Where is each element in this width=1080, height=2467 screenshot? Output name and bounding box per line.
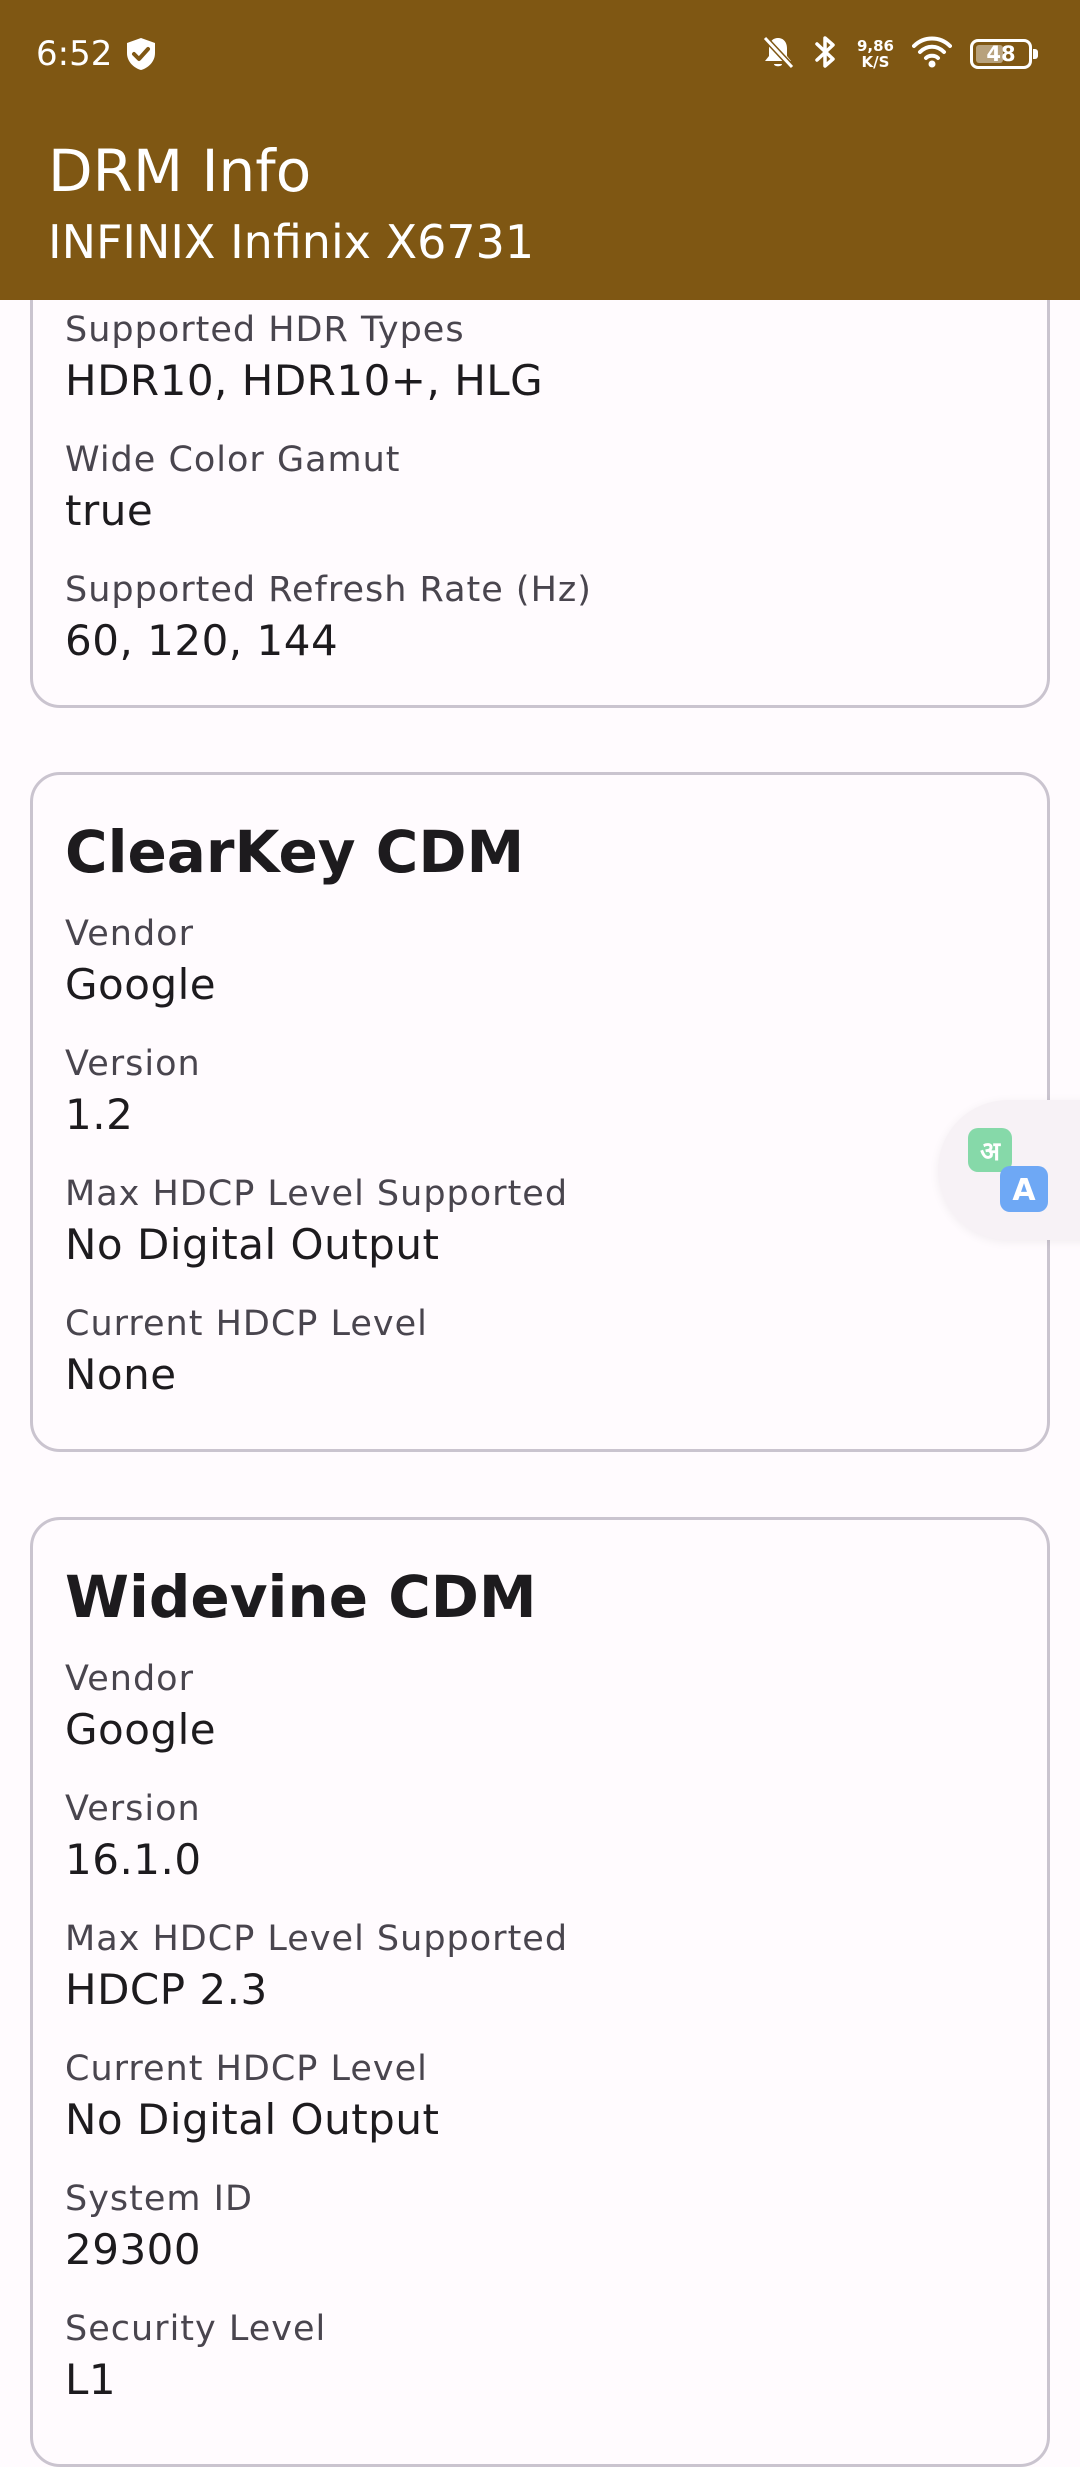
field-security-level: Security Level L1 bbox=[65, 2306, 1015, 2408]
network-speed-unit: K/S bbox=[861, 53, 890, 71]
widevine-cdm-card: Widevine CDM Vendor Google Version 16.1.… bbox=[30, 1517, 1050, 2467]
field-label: Max HDCP Level Supported bbox=[65, 1919, 569, 1959]
svg-text:A: A bbox=[1012, 1173, 1036, 1208]
field-label: Vendor bbox=[65, 1659, 194, 1699]
field-label: Version bbox=[65, 1789, 201, 1829]
field-value: 60, 120, 144 bbox=[65, 616, 339, 665]
field-vendor: Vendor Google bbox=[65, 1656, 1015, 1758]
bluetooth-icon bbox=[813, 34, 839, 74]
field-value: Google bbox=[65, 1705, 217, 1754]
field-current-hdcp: Current HDCP Level No Digital Output bbox=[65, 2046, 1015, 2148]
translate-button[interactable]: अ A bbox=[938, 1100, 1080, 1240]
field-system-id: System ID 29300 bbox=[65, 2176, 1015, 2278]
field-value: None bbox=[65, 1350, 177, 1399]
field-label: Supported Refresh Rate (Hz) bbox=[65, 570, 592, 610]
field-version: Version 1.2 bbox=[65, 1041, 1015, 1143]
svg-text:अ: अ bbox=[980, 1137, 1001, 1167]
field-value: No Digital Output bbox=[65, 1220, 440, 1269]
field-value: 16.1.0 bbox=[65, 1835, 202, 1884]
field-value: Google bbox=[65, 960, 217, 1009]
battery-icon: 48 bbox=[970, 39, 1038, 69]
app-subtitle: INFINIX Infinix X6731 bbox=[48, 215, 535, 269]
field-max-hdcp: Max HDCP Level Supported No Digital Outp… bbox=[65, 1171, 1015, 1273]
card-title: Widevine CDM bbox=[65, 1563, 537, 1631]
field-label: Current HDCP Level bbox=[65, 2049, 428, 2089]
battery-level: 48 bbox=[986, 42, 1016, 66]
field-value: HDR10, HDR10+, HLG bbox=[65, 356, 544, 405]
field-value: true bbox=[65, 486, 154, 535]
field-value: 1.2 bbox=[65, 1090, 134, 1139]
network-speed: 9,86 K/S bbox=[857, 38, 894, 70]
app-title: DRM Info bbox=[48, 137, 312, 205]
field-label: Max HDCP Level Supported bbox=[65, 1174, 569, 1214]
field-label: System ID bbox=[65, 2179, 253, 2219]
field-vendor: Vendor Google bbox=[65, 911, 1015, 1013]
field-wide-color-gamut: Wide Color Gamut true bbox=[65, 437, 1015, 539]
field-refresh-rate: Supported Refresh Rate (Hz) 60, 120, 144 bbox=[65, 567, 1015, 669]
field-label: Current HDCP Level bbox=[65, 1304, 428, 1344]
field-value: HDCP 2.3 bbox=[65, 1965, 268, 2014]
field-label: Vendor bbox=[65, 914, 194, 954]
field-label: Version bbox=[65, 1044, 201, 1084]
wifi-icon bbox=[912, 36, 952, 72]
field-label: Wide Color Gamut bbox=[65, 440, 401, 480]
field-current-hdcp: Current HDCP Level None bbox=[65, 1301, 1015, 1403]
field-version: Version 16.1.0 bbox=[65, 1786, 1015, 1888]
field-hdr-types: Supported HDR Types HDR10, HDR10+, HLG bbox=[65, 307, 1015, 409]
app-bar: 6:52 9,86 K/S 48 DRM Info INFINIX Infini… bbox=[0, 0, 1080, 300]
status-icons: 9,86 K/S 48 bbox=[761, 30, 1038, 78]
field-label: Supported HDR Types bbox=[65, 310, 465, 350]
field-max-hdcp: Max HDCP Level Supported HDCP 2.3 bbox=[65, 1916, 1015, 2018]
status-bar: 6:52 9,86 K/S 48 bbox=[0, 0, 1080, 108]
clearkey-cdm-card: ClearKey CDM Vendor Google Version 1.2 M… bbox=[30, 772, 1050, 1452]
card-title: ClearKey CDM bbox=[65, 818, 525, 886]
field-value: 29300 bbox=[65, 2225, 202, 2274]
status-time: 6:52 bbox=[36, 34, 113, 74]
bell-off-icon bbox=[761, 34, 795, 74]
network-speed-value: 9,86 bbox=[856, 37, 894, 55]
field-value: No Digital Output bbox=[65, 2095, 440, 2144]
field-label: Security Level bbox=[65, 2309, 327, 2349]
shield-icon bbox=[124, 36, 158, 72]
